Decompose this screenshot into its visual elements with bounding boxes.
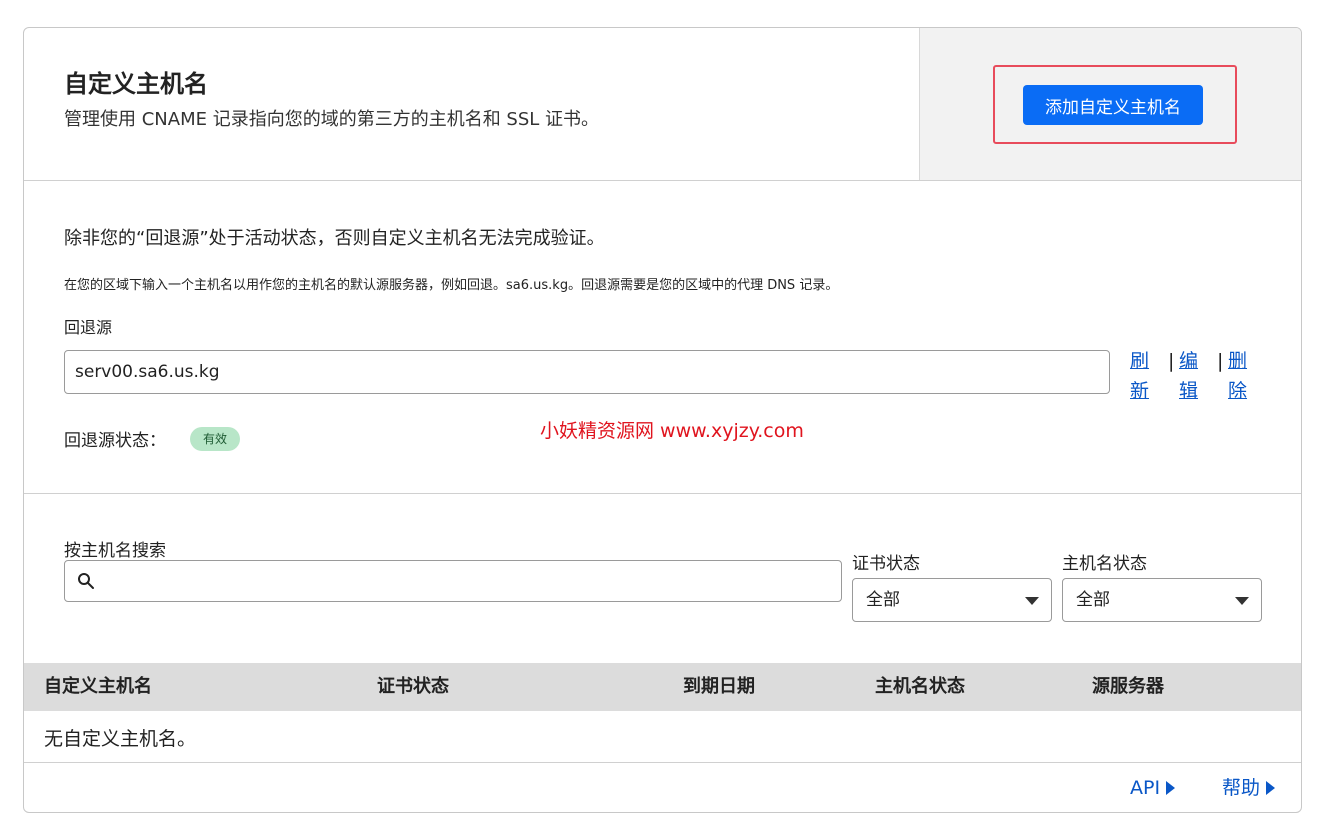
fallback-heading: 除非您的“回退源”处于活动状态，否则自定义主机名无法完成验证。 [64, 228, 605, 249]
fallback-actions: 刷新 | 编辑 | 删除 [1130, 346, 1260, 402]
fallback-origin-input[interactable]: serv00.sa6.us.kg [64, 350, 1110, 394]
search-icon [78, 573, 94, 589]
fallback-description: 在您的区域下输入一个主机名以用作您的主机名的默认源服务器，例如回退。sa6.us… [64, 278, 839, 293]
column-header-cert-status[interactable]: 证书状态 [377, 663, 449, 711]
empty-table-message: 无自定义主机名。 [44, 728, 197, 750]
table-header: 自定义主机名 证书状态 到期日期 主机名状态 源服务器 [24, 663, 1301, 711]
hostname-status-select[interactable]: 全部 [1062, 578, 1262, 622]
api-link[interactable]: API [1130, 776, 1176, 800]
header-text: 自定义主机名 管理使用 CNAME 记录指向您的域的第三方的主机名和 SSL 证… [64, 68, 599, 132]
delete-link[interactable]: 删除 [1228, 346, 1250, 406]
column-header-origin-server[interactable]: 源服务器 [1092, 663, 1164, 711]
footer: API 帮助 [24, 762, 1301, 812]
column-header-expiry[interactable]: 到期日期 [683, 663, 755, 711]
fallback-status-label: 回退源状态： [64, 431, 166, 451]
status-badge: 有效 [190, 427, 240, 451]
cert-status-value: 全部 [866, 590, 900, 610]
api-link-label: API [1130, 777, 1161, 799]
refresh-link[interactable]: 刷新 [1130, 346, 1152, 406]
highlight-annotation: 添加自定义主机名 [993, 65, 1237, 144]
caret-right-icon [1166, 781, 1176, 795]
search-label: 按主机名搜索 [64, 541, 166, 561]
header-section: 自定义主机名 管理使用 CNAME 记录指向您的域的第三方的主机名和 SSL 证… [24, 28, 1301, 181]
hostname-status-value: 全部 [1076, 590, 1110, 610]
chevron-down-icon [1025, 597, 1039, 605]
add-custom-hostname-button[interactable]: 添加自定义主机名 [1023, 85, 1203, 125]
action-separator: | [1217, 350, 1224, 372]
edit-link[interactable]: 编辑 [1179, 346, 1201, 406]
cert-status-select[interactable]: 全部 [852, 578, 1052, 622]
caret-right-icon [1266, 781, 1276, 795]
cert-status-label: 证书状态 [852, 554, 920, 574]
search-input[interactable] [64, 560, 842, 602]
custom-hostnames-card: 自定义主机名 管理使用 CNAME 记录指向您的域的第三方的主机名和 SSL 证… [23, 27, 1302, 813]
column-header-hostname[interactable]: 自定义主机名 [44, 663, 152, 711]
action-separator: | [1168, 350, 1175, 372]
page-title: 自定义主机名 [64, 70, 208, 98]
hostname-status-label: 主机名状态 [1062, 554, 1147, 574]
chevron-down-icon [1235, 597, 1249, 605]
header-action-panel: 添加自定义主机名 [919, 28, 1301, 180]
column-header-hostname-status[interactable]: 主机名状态 [875, 663, 965, 711]
page-subtitle: 管理使用 CNAME 记录指向您的域的第三方的主机名和 SSL 证书。 [64, 109, 600, 130]
fallback-label: 回退源 [64, 318, 113, 337]
help-link-label: 帮助 [1222, 777, 1261, 799]
fallback-origin-section: 除非您的“回退源”处于活动状态，否则自定义主机名无法完成验证。 在您的区域下输入… [24, 180, 1301, 494]
help-link[interactable]: 帮助 [1222, 776, 1276, 800]
watermark-text: 小妖精资源网 www.xyjzy.com [540, 420, 804, 442]
